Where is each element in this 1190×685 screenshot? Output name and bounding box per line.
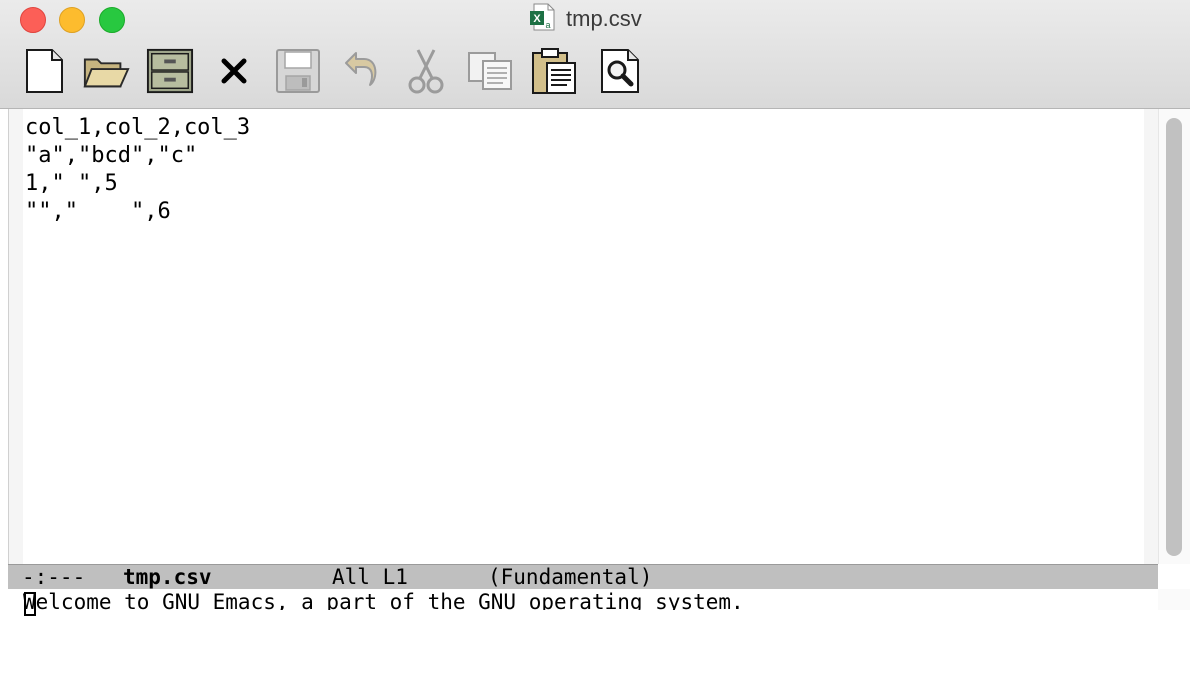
modeline-position: All L1 [332, 565, 408, 589]
maximize-window-button[interactable] [99, 7, 125, 33]
window-title: X a tmp.csv [528, 2, 642, 36]
save-button[interactable] [274, 46, 322, 96]
echo-right-margin [1158, 589, 1190, 610]
close-window-button[interactable] [20, 7, 46, 33]
excel-file-icon: X a [528, 2, 556, 36]
right-fringe [1144, 109, 1158, 564]
new-file-icon [26, 49, 63, 93]
scrollbar-thumb[interactable] [1166, 118, 1182, 556]
open-directory-button[interactable] [146, 46, 194, 96]
title-bar: X a tmp.csv [0, 0, 1190, 109]
buffer-line: col_1,col_2,col_3 [25, 115, 251, 140]
copy-icon [468, 52, 512, 90]
close-icon [221, 58, 247, 84]
svg-text:a: a [545, 20, 550, 30]
undo-button[interactable] [338, 46, 386, 96]
text-cursor [24, 592, 36, 616]
search-icon [601, 49, 639, 93]
modeline-buffer-name[interactable]: tmp.csv [123, 565, 212, 589]
buffer-line: ""," ",6 [25, 199, 171, 224]
undo-icon [345, 52, 377, 86]
scissors-icon [408, 49, 444, 94]
close-buffer-button[interactable] [210, 46, 258, 96]
folder-open-icon [83, 58, 130, 88]
cut-button[interactable] [402, 46, 450, 96]
clipboard-icon [532, 48, 576, 94]
buffer-line: "a","bcd","c" [25, 143, 198, 168]
open-file-button[interactable] [82, 46, 130, 96]
paste-button[interactable] [530, 46, 578, 96]
echo-area[interactable]: Welcome to GNU Emacs, a part of the GNU … [23, 589, 1153, 610]
floppy-disk-icon [276, 49, 320, 93]
window-title-text: tmp.csv [566, 6, 642, 31]
left-fringe [9, 109, 23, 564]
editor-buffer[interactable]: col_1,col_2,col_3 "a","bcd","c" 1," ",5 "",… [25, 114, 1140, 554]
file-cabinet-icon [146, 48, 194, 94]
minimize-window-button[interactable] [59, 7, 85, 33]
svg-text:X: X [533, 13, 541, 25]
copy-button[interactable] [466, 46, 514, 96]
echo-message: Welcome to GNU Emacs, a part of the GNU … [23, 590, 744, 610]
modeline-status: -:--- [22, 565, 86, 589]
new-file-button[interactable] [20, 46, 68, 96]
mode-line: -:--- tmp.csv All L1 (Fundamental) [8, 564, 1158, 589]
buffer-line: 1," ",5 [25, 171, 118, 196]
search-button[interactable] [596, 46, 644, 96]
left-edge [0, 109, 9, 564]
modeline-major-mode[interactable]: (Fundamental) [488, 565, 652, 589]
